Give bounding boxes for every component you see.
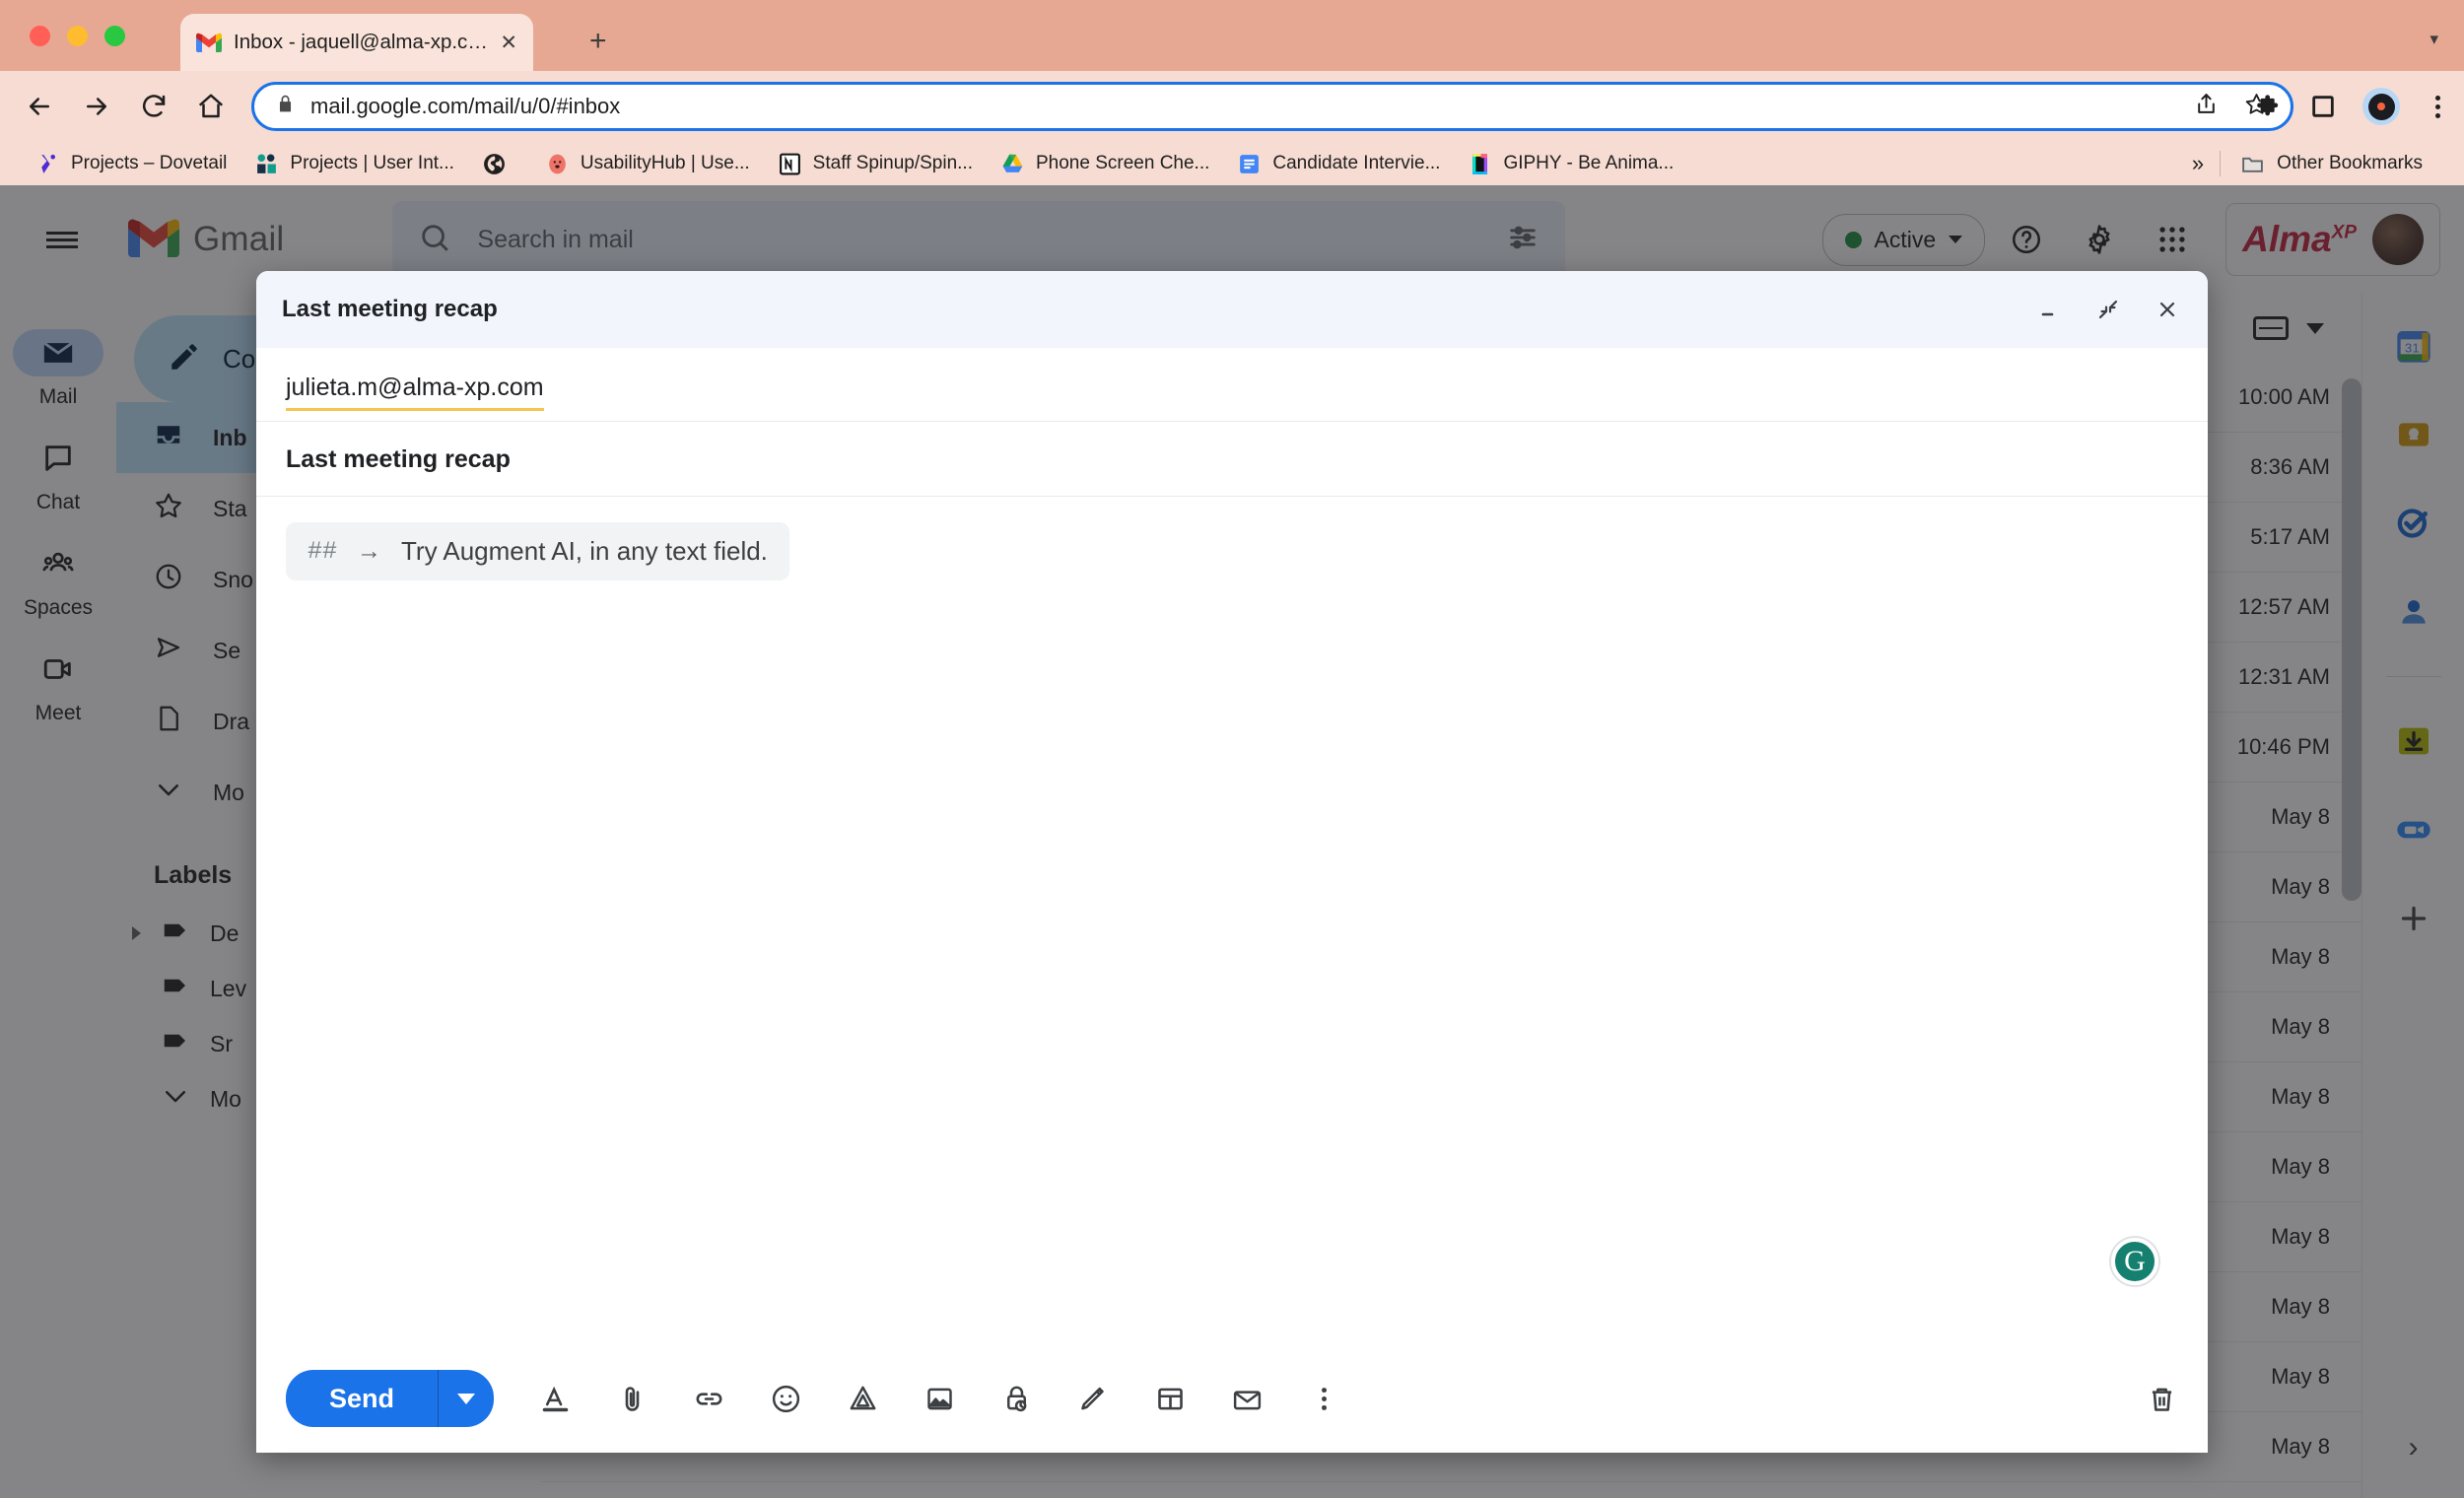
- tab-close-icon[interactable]: ✕: [500, 33, 517, 53]
- browser-nav-bar: mail.google.com/mail/u/0/#inbox: [0, 71, 2464, 142]
- browser-menu-icon[interactable]: [2426, 92, 2450, 122]
- subject-field[interactable]: Last meeting recap: [256, 422, 2208, 497]
- giphy-icon: [1468, 152, 1492, 176]
- browser-profile-avatar[interactable]: [2362, 88, 2400, 125]
- recipient-value: julieta.m@alma-xp.com: [286, 374, 544, 411]
- chevron-down-icon[interactable]: ▾: [2430, 30, 2438, 49]
- bookmark-label: Candidate Intervie...: [1272, 153, 1441, 173]
- google-docs-icon: [1237, 152, 1262, 176]
- bookmark-item[interactable]: GIPHY - Be Anima...: [1454, 152, 1687, 176]
- more-options-icon[interactable]: [1300, 1375, 1347, 1422]
- lock-icon: [276, 95, 295, 118]
- gmail-favicon-icon: [196, 33, 222, 52]
- new-tab-button[interactable]: +: [589, 27, 607, 56]
- bookmark-item[interactable]: Projects – Dovetail: [22, 152, 240, 176]
- send-options-dropdown[interactable]: [439, 1370, 494, 1427]
- bookmark-item[interactable]: UsabilityHub | Use...: [531, 152, 764, 176]
- recipient-field[interactable]: julieta.m@alma-xp.com: [256, 348, 2208, 422]
- close-icon[interactable]: [2153, 295, 2182, 324]
- insert-template-icon[interactable]: [1146, 1375, 1194, 1422]
- browser-tab[interactable]: Inbox - jaquell@alma-xp.com ✕: [180, 14, 533, 71]
- bookmark-label: UsabilityHub | Use...: [580, 153, 750, 173]
- extensions-puzzle-icon[interactable]: [2256, 93, 2284, 120]
- message-body-field[interactable]: ## → Try Augment AI, in any text field. …: [256, 497, 2208, 1344]
- compose-header: Last meeting recap: [256, 271, 2208, 348]
- subject-value: Last meeting recap: [286, 445, 511, 473]
- side-panel-icon[interactable]: [2309, 93, 2337, 120]
- bookmark-label: GIPHY - Be Anima...: [1503, 153, 1675, 173]
- bookmark-label: Staff Spinup/Spin...: [812, 153, 973, 173]
- insert-link-icon[interactable]: [685, 1375, 732, 1422]
- compose-window-controls: [2034, 295, 2182, 324]
- bookmarks-bar: Projects – Dovetail Projects | User Int.…: [0, 142, 2464, 185]
- grammarly-icon[interactable]: G: [2111, 1238, 2158, 1285]
- compose-format-icons: [531, 1375, 1347, 1422]
- bookmarks-overflow-button[interactable]: »: [2176, 151, 2220, 176]
- browser-window: Inbox - jaquell@alma-xp.com ✕ + ▾ mail.g…: [0, 0, 2464, 1498]
- folder-icon: [2240, 152, 2265, 176]
- bookmark-item[interactable]: Phone Screen Che...: [987, 152, 1223, 176]
- insert-photo-icon[interactable]: [916, 1375, 963, 1422]
- compose-toolbar: Send: [256, 1344, 2208, 1453]
- bookmark-label: Projects | User Int...: [290, 153, 454, 173]
- tab-title: Inbox - jaquell@alma-xp.com: [234, 31, 489, 53]
- send-button-group[interactable]: Send: [286, 1370, 495, 1427]
- bookmark-item[interactable]: Staff Spinup/Spin...: [764, 152, 987, 176]
- close-window-button[interactable]: [30, 26, 50, 46]
- dovetail-icon: [35, 152, 60, 176]
- bookmark-item[interactable]: Candidate Intervie...: [1223, 152, 1454, 176]
- insert-signature-icon[interactable]: [1069, 1375, 1117, 1422]
- forward-arrow-icon[interactable]: [75, 85, 118, 128]
- google-drive-icon: [1000, 152, 1025, 176]
- address-bar-url: mail.google.com/mail/u/0/#inbox: [310, 94, 621, 118]
- tab-strip: Inbox - jaquell@alma-xp.com ✕ + ▾: [0, 0, 2464, 71]
- insert-drive-icon[interactable]: [839, 1375, 886, 1422]
- window-traffic-lights: [30, 26, 125, 46]
- compose-window: Last meeting recap julieta.m@alma-xp.com…: [256, 271, 2208, 1453]
- address-bar[interactable]: mail.google.com/mail/u/0/#inbox: [251, 82, 2293, 131]
- reload-icon[interactable]: [132, 85, 175, 128]
- augment-ai-hint[interactable]: ## → Try Augment AI, in any text field.: [286, 522, 789, 580]
- browser-extension-area: [2256, 88, 2450, 125]
- share-icon[interactable]: [2194, 92, 2219, 121]
- globe-icon: [482, 152, 507, 176]
- maximize-window-button[interactable]: [104, 26, 125, 46]
- hint-text: Try Augment AI, in any text field.: [401, 536, 768, 566]
- restore-down-icon[interactable]: [2093, 295, 2123, 324]
- insert-emoji-icon[interactable]: [762, 1375, 809, 1422]
- other-bookmarks-button[interactable]: Other Bookmarks: [2221, 152, 2442, 176]
- mail-merge-icon[interactable]: [1223, 1375, 1270, 1422]
- home-icon[interactable]: [189, 85, 233, 128]
- arrow-right-icon: →: [357, 537, 382, 565]
- userinterviews-icon: [254, 152, 279, 176]
- bookmark-item[interactable]: [468, 152, 531, 176]
- bookmark-item[interactable]: Projects | User Int...: [240, 152, 467, 176]
- compose-title: Last meeting recap: [282, 296, 498, 322]
- notion-icon: [778, 152, 802, 176]
- send-button[interactable]: Send: [286, 1370, 438, 1427]
- bookmark-label: Projects – Dovetail: [71, 153, 228, 173]
- attach-file-icon[interactable]: [608, 1375, 655, 1422]
- bookmark-label: Phone Screen Che...: [1036, 153, 1210, 173]
- minimize-icon[interactable]: [2034, 295, 2064, 324]
- formatting-options-icon[interactable]: [531, 1375, 579, 1422]
- discard-draft-icon[interactable]: [2146, 1383, 2178, 1415]
- hint-hash-token: ##: [308, 537, 338, 566]
- usabilityhub-icon: [545, 152, 570, 176]
- other-bookmarks-label: Other Bookmarks: [2277, 153, 2423, 173]
- minimize-window-button[interactable]: [67, 26, 88, 46]
- confidential-mode-icon[interactable]: [992, 1375, 1040, 1422]
- back-arrow-icon[interactable]: [18, 85, 61, 128]
